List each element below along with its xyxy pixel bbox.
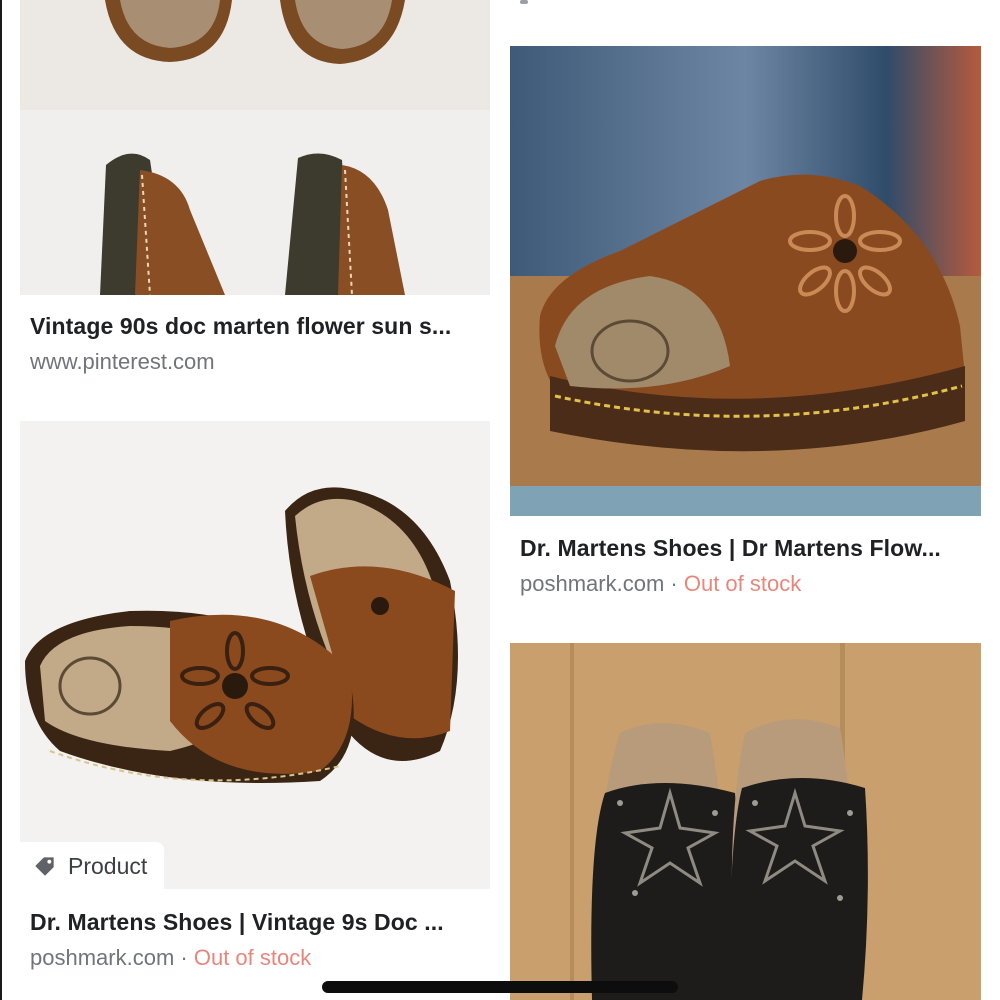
result-source-line: poshmark.com · Out of stock [30, 945, 311, 971]
home-indicator[interactable] [322, 981, 678, 993]
separator-dot: · [180, 945, 188, 970]
result-source: www.pinterest.com [30, 349, 215, 374]
result-source-line: poshmark.com · Out of stock [520, 571, 801, 597]
result-source: poshmark.com [30, 945, 175, 970]
result-source: poshmark.com [520, 571, 665, 596]
partial-caption-remnant [520, 0, 528, 4]
badge-label: Product [68, 852, 148, 879]
result-title[interactable]: Dr. Martens Shoes | Vintage 9s Doc ... [30, 909, 444, 936]
tag-icon [35, 857, 54, 876]
result-image-brown-slides[interactable] [20, 421, 490, 889]
out-of-stock-label: Out of stock [683, 571, 802, 596]
result-image-brown-clog[interactable] [510, 46, 981, 516]
result-title[interactable]: Vintage 90s doc marten flower sun s... [30, 313, 451, 340]
result-title[interactable]: Dr. Martens Shoes | Dr Martens Flow... [520, 535, 941, 562]
separator-dot: · [670, 571, 678, 596]
screen-edge [0, 0, 2, 1000]
result-image-brown-mules[interactable] [20, 0, 490, 295]
result-image-black-slides[interactable] [510, 643, 981, 1000]
product-badge: Product [20, 842, 164, 890]
out-of-stock-label: Out of stock [193, 945, 312, 970]
